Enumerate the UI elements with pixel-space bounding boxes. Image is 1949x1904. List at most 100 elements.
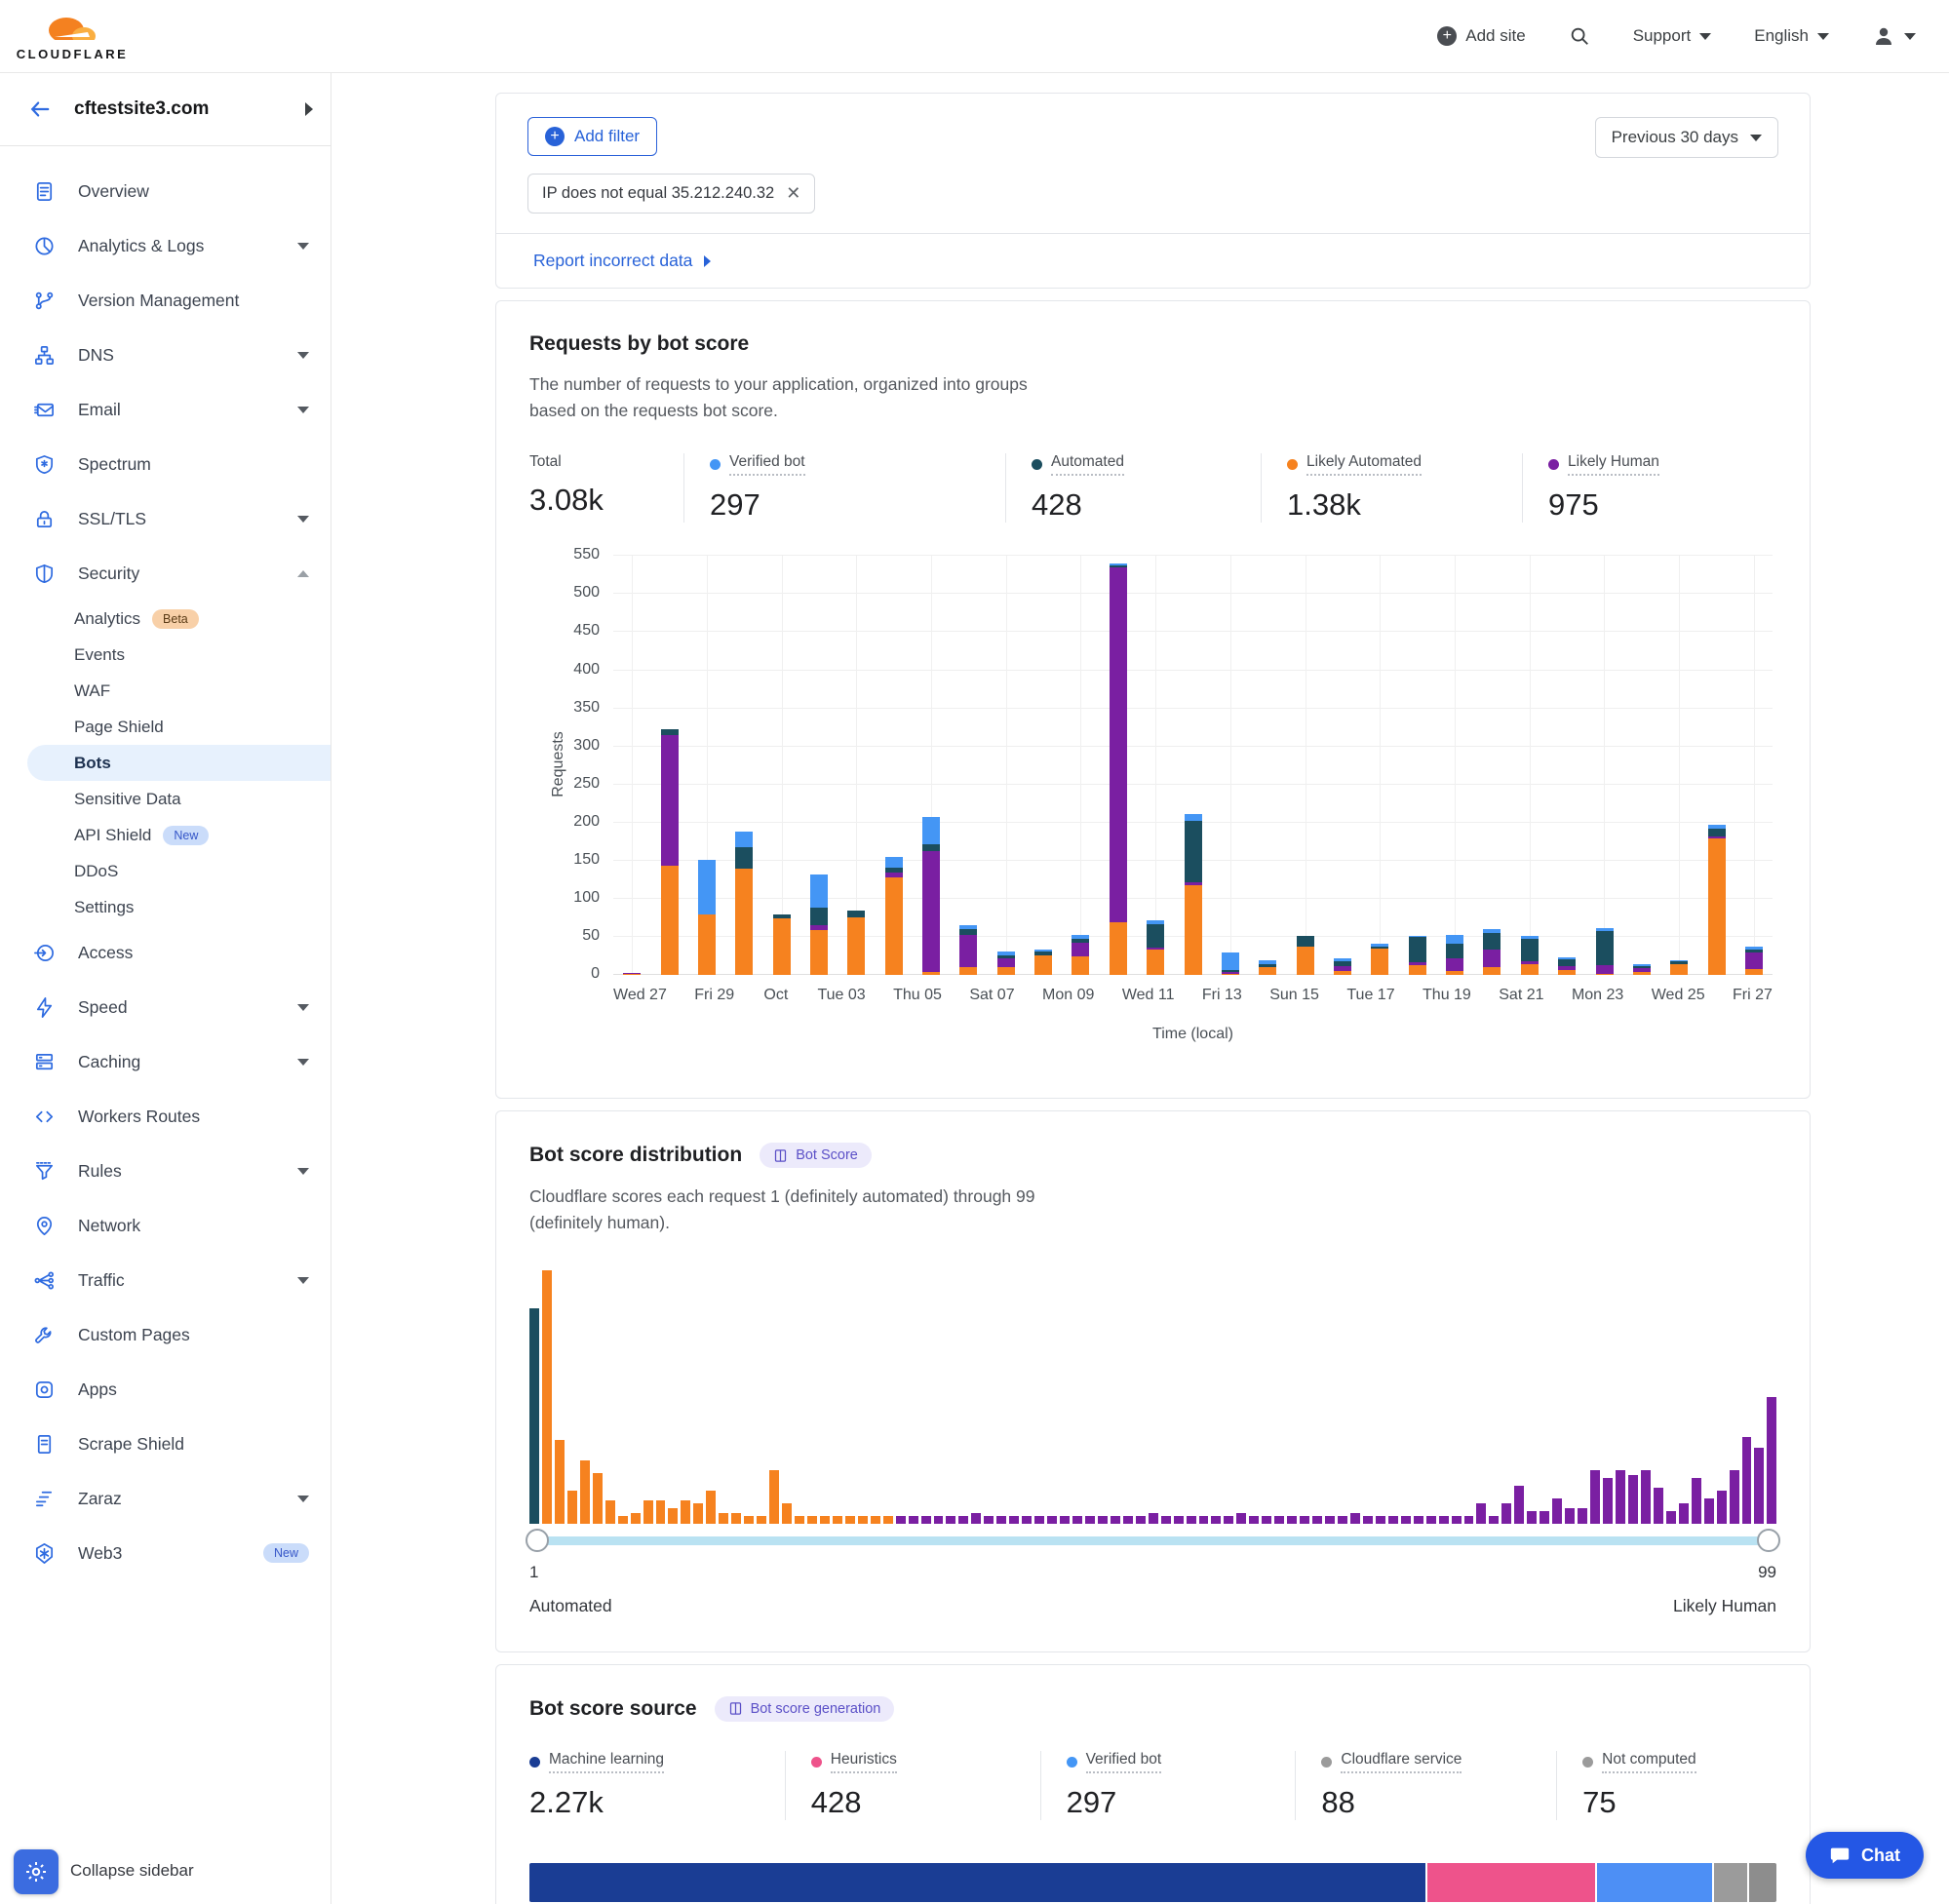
bar-fri-29[interactable] xyxy=(698,860,716,975)
score-bar-50[interactable] xyxy=(1149,1513,1158,1523)
close-icon[interactable]: ✕ xyxy=(786,183,800,204)
score-bar-54[interactable] xyxy=(1199,1516,1209,1524)
score-bar-95[interactable] xyxy=(1717,1491,1727,1524)
bar-wed-11[interactable] xyxy=(1147,920,1164,975)
sidebar-item-analytics[interactable]: AnalyticsBeta xyxy=(0,601,331,637)
bar-sat-30[interactable] xyxy=(735,832,753,975)
score-bar-76[interactable] xyxy=(1476,1503,1486,1524)
filter-chip[interactable]: IP does not equal 35.212.240.32 ✕ xyxy=(527,174,815,214)
source-segment-not-computed[interactable] xyxy=(1747,1863,1776,1902)
sidebar-item-dns[interactable]: DNS xyxy=(0,328,331,382)
search-button[interactable] xyxy=(1569,25,1590,47)
source-segment-machine-learning[interactable] xyxy=(529,1863,1425,1902)
score-bar-92[interactable] xyxy=(1679,1503,1689,1524)
score-bar-51[interactable] xyxy=(1161,1516,1171,1524)
bar-sat-07[interactable] xyxy=(997,952,1015,975)
score-bar-61[interactable] xyxy=(1287,1516,1297,1524)
score-bar-89[interactable] xyxy=(1641,1470,1651,1524)
bar-mon-02[interactable] xyxy=(810,874,828,975)
bar-thu-19[interactable] xyxy=(1446,935,1463,975)
stat-label[interactable]: Not computed xyxy=(1602,1751,1696,1773)
bar-wed-18[interactable] xyxy=(1409,936,1426,976)
sidebar-item-traffic[interactable]: Traffic xyxy=(0,1253,331,1307)
bar-thu-12[interactable] xyxy=(1185,814,1202,975)
sidebar-item-rules[interactable]: Rules xyxy=(0,1144,331,1198)
stat-label[interactable]: Cloudflare service xyxy=(1341,1751,1462,1773)
score-bar-49[interactable] xyxy=(1136,1516,1146,1524)
sidebar-item-sensitive-data[interactable]: Sensitive Data xyxy=(0,781,331,817)
bar-thu-26[interactable] xyxy=(1708,825,1726,975)
score-bar-82[interactable] xyxy=(1552,1498,1562,1524)
score-bar-31[interactable] xyxy=(909,1516,918,1524)
bar-fri-20[interactable] xyxy=(1483,929,1501,976)
bar-tue-17[interactable] xyxy=(1371,944,1388,975)
sidebar-item-page-shield[interactable]: Page Shield xyxy=(0,709,331,745)
score-bar-15[interactable] xyxy=(706,1491,716,1524)
score-bar-98[interactable] xyxy=(1754,1448,1764,1524)
source-segment-heuristics[interactable] xyxy=(1425,1863,1594,1902)
score-bar-55[interactable] xyxy=(1211,1516,1221,1524)
score-bar-12[interactable] xyxy=(668,1508,678,1524)
score-bar-35[interactable] xyxy=(958,1516,968,1524)
score-bar-6[interactable] xyxy=(593,1473,603,1524)
cloudflare-logo[interactable]: CLOUDFLARE xyxy=(18,11,127,61)
sidebar-item-spectrum[interactable]: Spectrum xyxy=(0,437,331,491)
add-filter-button[interactable]: + Add filter xyxy=(527,117,657,156)
chevron-right-icon[interactable] xyxy=(305,102,313,116)
score-bar-86[interactable] xyxy=(1603,1478,1613,1524)
bar-fri-13[interactable] xyxy=(1222,952,1239,975)
collapse-sidebar-label[interactable]: Collapse sidebar xyxy=(70,1861,194,1881)
score-bar-85[interactable] xyxy=(1590,1470,1600,1524)
score-bar-59[interactable] xyxy=(1262,1516,1271,1524)
settings-gear-button[interactable] xyxy=(14,1849,58,1894)
slider-handle-max[interactable] xyxy=(1757,1529,1780,1552)
score-bar-38[interactable] xyxy=(996,1516,1006,1524)
sidebar-item-settings[interactable]: Settings xyxy=(0,889,331,925)
score-bar-5[interactable] xyxy=(580,1460,590,1524)
score-bar-97[interactable] xyxy=(1742,1437,1752,1523)
score-bar-33[interactable] xyxy=(934,1516,944,1524)
source-segment-cloudflare-service[interactable] xyxy=(1712,1863,1747,1902)
score-bar-66[interactable] xyxy=(1350,1513,1360,1523)
score-bar-18[interactable] xyxy=(744,1516,754,1524)
sidebar-item-ddos[interactable]: DDoS xyxy=(0,853,331,889)
score-bar-90[interactable] xyxy=(1654,1488,1663,1523)
bar-sat-14[interactable] xyxy=(1259,960,1276,975)
stat-label[interactable]: Heuristics xyxy=(831,1751,897,1773)
score-bar-20[interactable] xyxy=(769,1470,779,1524)
score-bar-42[interactable] xyxy=(1047,1516,1057,1524)
score-bar-77[interactable] xyxy=(1489,1516,1499,1524)
score-bar-2[interactable] xyxy=(542,1270,552,1524)
score-bar-96[interactable] xyxy=(1730,1470,1739,1524)
score-bar-32[interactable] xyxy=(921,1516,931,1524)
bar-wed-27[interactable] xyxy=(623,973,641,975)
bar-tue-10[interactable] xyxy=(1110,563,1127,975)
bar-sun-08[interactable] xyxy=(1034,950,1052,975)
score-bar-40[interactable] xyxy=(1022,1516,1032,1524)
bar-tue-24[interactable] xyxy=(1633,964,1651,975)
sidebar-item-network[interactable]: Network xyxy=(0,1198,331,1253)
back-arrow-icon[interactable] xyxy=(27,98,53,120)
score-bar-29[interactable] xyxy=(883,1516,893,1524)
score-bar-65[interactable] xyxy=(1338,1516,1347,1524)
sidebar-item-overview[interactable]: Overview xyxy=(0,164,331,218)
score-bar-68[interactable] xyxy=(1376,1516,1385,1524)
bar-mon-09[interactable] xyxy=(1072,935,1089,975)
score-bar-9[interactable] xyxy=(631,1513,641,1523)
score-bar-79[interactable] xyxy=(1514,1486,1524,1524)
account-menu[interactable] xyxy=(1872,24,1916,48)
score-bar-10[interactable] xyxy=(643,1500,653,1523)
sidebar-item-access[interactable]: Access xyxy=(0,925,331,980)
score-bar-24[interactable] xyxy=(820,1516,830,1524)
score-bar-80[interactable] xyxy=(1527,1511,1537,1524)
bar-oct[interactable] xyxy=(773,914,791,975)
score-bar-14[interactable] xyxy=(693,1503,703,1524)
bar-wed-04[interactable] xyxy=(885,857,903,975)
stat-label[interactable]: Likely Human xyxy=(1568,453,1659,476)
score-bar-88[interactable] xyxy=(1628,1475,1638,1523)
score-bar-21[interactable] xyxy=(782,1503,792,1524)
score-bar-63[interactable] xyxy=(1312,1516,1322,1524)
score-bar-78[interactable] xyxy=(1501,1503,1511,1524)
bar-mon-16[interactable] xyxy=(1334,958,1351,975)
score-bar-44[interactable] xyxy=(1072,1516,1082,1524)
